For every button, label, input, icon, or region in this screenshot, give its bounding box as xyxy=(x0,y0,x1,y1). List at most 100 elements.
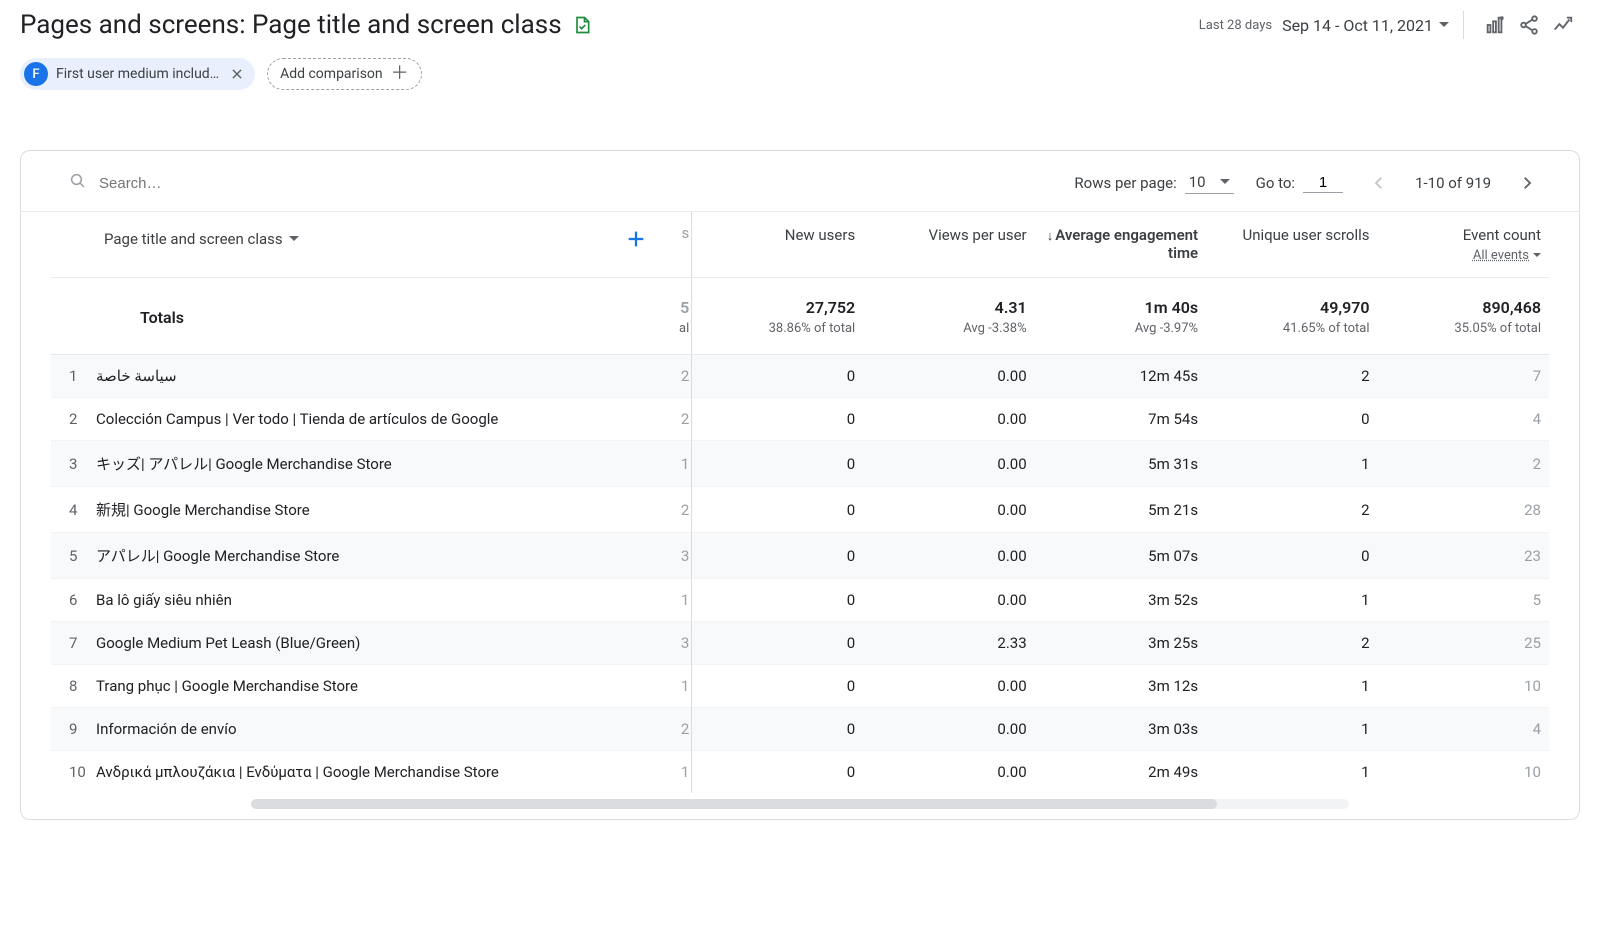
filter-chip[interactable]: F First user medium includ… xyxy=(20,58,255,90)
cell-views-per-user: 0.00 xyxy=(863,355,1034,398)
report-card: Rows per page: 10 Go to: 1-10 of 919 xyxy=(20,150,1580,820)
table-row[interactable]: 9Información de envío200.003m 03s14 xyxy=(51,708,1549,751)
divider xyxy=(1463,11,1464,39)
customize-report-icon[interactable] xyxy=(1478,8,1512,42)
row-index: 7 xyxy=(51,622,96,665)
cell-new-users: 0 xyxy=(692,441,863,487)
totals-views-per-user: 4.31Avg -3.38% xyxy=(863,278,1034,355)
table-row[interactable]: 4新規| Google Merchandise Store200.005m 21… xyxy=(51,487,1549,533)
truncated-cell: 1 xyxy=(675,665,692,708)
cell-event-count: 25 xyxy=(1378,622,1549,665)
cell-unique-scrolls: 1 xyxy=(1206,751,1377,794)
cell-views-per-user: 0.00 xyxy=(863,533,1034,579)
prev-page-button[interactable] xyxy=(1365,169,1393,197)
pagination-range: 1-10 of 919 xyxy=(1415,174,1491,192)
cell-event-count: 10 xyxy=(1378,751,1549,794)
cell-unique-scrolls: 1 xyxy=(1206,665,1377,708)
column-header-unique-scrolls[interactable]: Unique user scrolls xyxy=(1206,212,1377,278)
cell-new-users: 0 xyxy=(692,533,863,579)
cell-avg-engagement: 5m 21s xyxy=(1035,487,1206,533)
cell-event-count: 2 xyxy=(1378,441,1549,487)
search-input[interactable] xyxy=(97,174,577,193)
horizontal-scrollbar[interactable] xyxy=(251,799,1349,809)
cell-avg-engagement: 2m 49s xyxy=(1035,751,1206,794)
event-filter-selector[interactable]: All events xyxy=(1473,248,1541,263)
cell-views-per-user: 0.00 xyxy=(863,665,1034,708)
table-row[interactable]: 3キッズ| アパレル| Google Merchandise Store100.… xyxy=(51,441,1549,487)
search-icon xyxy=(69,172,87,194)
cell-new-users: 0 xyxy=(692,579,863,622)
cell-unique-scrolls: 1 xyxy=(1206,708,1377,751)
row-title: Ba lô giấy siêu nhiên xyxy=(96,579,675,622)
cell-avg-engagement: 3m 25s xyxy=(1035,622,1206,665)
cell-avg-engagement: 7m 54s xyxy=(1035,398,1206,441)
dimension-label: Page title and screen class xyxy=(104,230,283,248)
cell-new-users: 0 xyxy=(692,622,863,665)
truncated-cell: 3 xyxy=(675,622,692,665)
totals-label: Totals xyxy=(96,278,675,355)
date-range-picker[interactable]: Sep 14 - Oct 11, 2021 xyxy=(1282,16,1449,35)
go-to-label: Go to: xyxy=(1256,174,1295,192)
cell-new-users: 0 xyxy=(692,665,863,708)
row-index: 6 xyxy=(51,579,96,622)
column-header-avg-engagement[interactable]: ↓Average engagement time xyxy=(1035,212,1206,278)
row-index: 10 xyxy=(51,751,96,794)
chevron-down-icon xyxy=(1220,179,1230,189)
truncated-cell: 2 xyxy=(675,708,692,751)
add-dimension-button[interactable] xyxy=(623,226,649,252)
row-title: 新規| Google Merchandise Store xyxy=(96,487,675,533)
row-index: 8 xyxy=(51,665,96,708)
cell-avg-engagement: 3m 52s xyxy=(1035,579,1206,622)
column-header-views-per-user[interactable]: Views per user xyxy=(863,212,1034,278)
data-table: Page title and screen class s New users … xyxy=(51,212,1549,793)
rows-per-page-select[interactable]: 10 xyxy=(1185,173,1234,194)
go-to-input[interactable] xyxy=(1303,173,1343,193)
table-row[interactable]: 6Ba lô giấy siêu nhiên100.003m 52s15 xyxy=(51,579,1549,622)
next-page-button[interactable] xyxy=(1513,169,1541,197)
row-title: Trang phục | Google Merchandise Store xyxy=(96,665,675,708)
cell-views-per-user: 0.00 xyxy=(863,441,1034,487)
row-title: Ανδρικά μπλουζάκια | Ενδύματα | Google M… xyxy=(96,751,675,794)
table-row[interactable]: 2Colección Campus | Ver todo | Tienda de… xyxy=(51,398,1549,441)
table-row[interactable]: 7Google Medium Pet Leash (Blue/Green)302… xyxy=(51,622,1549,665)
totals-event-count: 890,46835.05% of total xyxy=(1378,278,1549,355)
table-row[interactable]: 10Ανδρικά μπλουζάκια | Ενδύματα | Google… xyxy=(51,751,1549,794)
rows-per-page-value: 10 xyxy=(1189,173,1206,191)
date-range-value: Sep 14 - Oct 11, 2021 xyxy=(1282,16,1433,35)
report-save-icon[interactable] xyxy=(572,15,592,35)
cell-unique-scrolls: 1 xyxy=(1206,441,1377,487)
cell-new-users: 0 xyxy=(692,355,863,398)
column-header-new-users[interactable]: New users xyxy=(692,212,863,278)
rows-per-page-label: Rows per page: xyxy=(1074,174,1176,192)
row-title: Colección Campus | Ver todo | Tienda de … xyxy=(96,398,675,441)
remove-filter-icon[interactable] xyxy=(227,64,247,84)
column-header-event-count[interactable]: Event count All events xyxy=(1378,212,1549,278)
table-row[interactable]: 8Trang phục | Google Merchandise Store10… xyxy=(51,665,1549,708)
cell-views-per-user: 0.00 xyxy=(863,751,1034,794)
insights-icon[interactable] xyxy=(1546,8,1580,42)
page-title: Pages and screens: Page title and screen… xyxy=(20,10,592,40)
cell-views-per-user: 0.00 xyxy=(863,487,1034,533)
scrollbar-thumb[interactable] xyxy=(251,799,1217,809)
row-title: سياسة خاصة xyxy=(96,355,675,398)
cell-new-users: 0 xyxy=(692,398,863,441)
row-index: 2 xyxy=(51,398,96,441)
row-title: アパレル| Google Merchandise Store xyxy=(96,533,675,579)
truncated-cell: 2 xyxy=(675,487,692,533)
add-comparison-button[interactable]: Add comparison ＋ xyxy=(267,58,422,90)
truncated-cell: 2 xyxy=(675,398,692,441)
share-icon[interactable] xyxy=(1512,8,1546,42)
chevron-down-icon xyxy=(1533,253,1541,261)
truncated-cell: 2 xyxy=(675,355,692,398)
cell-views-per-user: 0.00 xyxy=(863,398,1034,441)
row-index: 4 xyxy=(51,487,96,533)
cell-unique-scrolls: 1 xyxy=(1206,579,1377,622)
row-index: 1 xyxy=(51,355,96,398)
cell-new-users: 0 xyxy=(692,487,863,533)
truncated-cell: 5al xyxy=(675,278,692,355)
cell-views-per-user: 0.00 xyxy=(863,708,1034,751)
dimension-selector[interactable]: Page title and screen class xyxy=(104,230,299,248)
table-row[interactable]: 1سياسة خاصة200.0012m 45s27 xyxy=(51,355,1549,398)
cell-avg-engagement: 5m 07s xyxy=(1035,533,1206,579)
table-row[interactable]: 5アパレル| Google Merchandise Store300.005m … xyxy=(51,533,1549,579)
